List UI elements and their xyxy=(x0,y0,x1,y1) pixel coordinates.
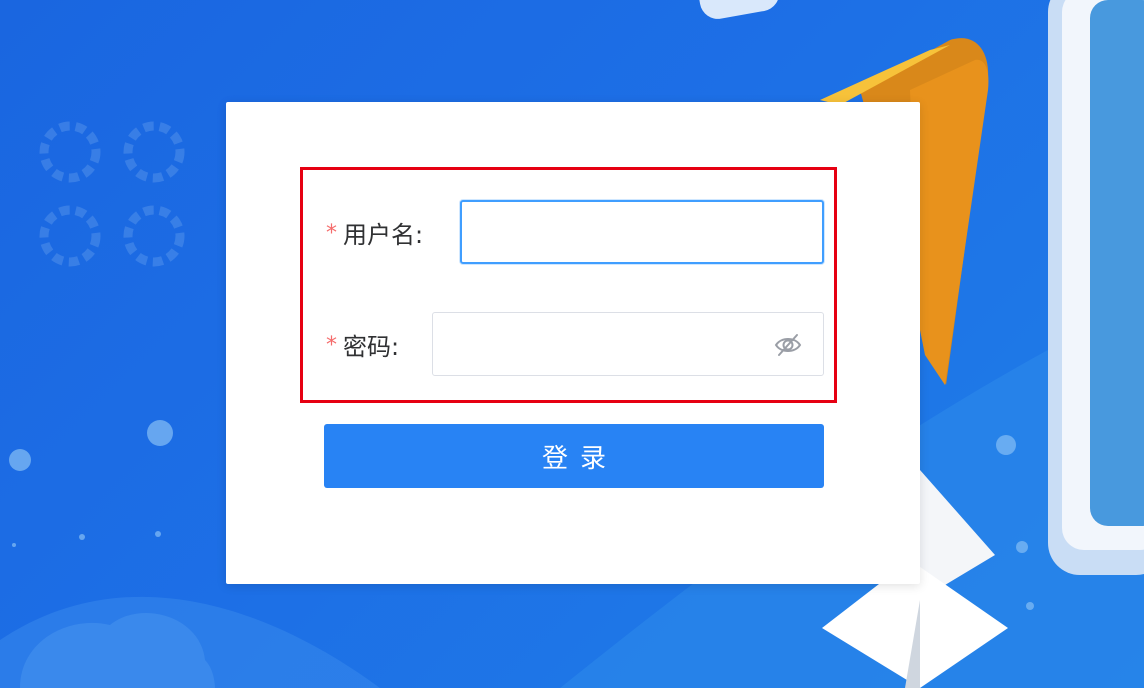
username-label: 用户名: xyxy=(343,220,424,249)
username-field[interactable] xyxy=(460,200,824,264)
login-button[interactable]: 登录 xyxy=(324,424,824,488)
password-label: 密码: xyxy=(343,332,400,361)
username-input[interactable] xyxy=(462,202,822,262)
required-star: * xyxy=(326,221,337,246)
password-input[interactable] xyxy=(433,313,823,375)
dotted-ring-decoration xyxy=(39,121,185,267)
speech-bubble-top xyxy=(698,0,780,19)
required-star: * xyxy=(326,333,337,358)
login-page: * 用户名: * 密码: 登录 xyxy=(0,0,1144,688)
login-card: * 用户名: * 密码: 登录 xyxy=(226,102,920,584)
password-field[interactable] xyxy=(432,312,824,376)
password-row: * 密码: xyxy=(326,312,399,376)
eye-hidden-icon[interactable] xyxy=(773,331,803,359)
phone-device xyxy=(1048,0,1144,575)
username-row: * 用户名: xyxy=(326,200,423,264)
